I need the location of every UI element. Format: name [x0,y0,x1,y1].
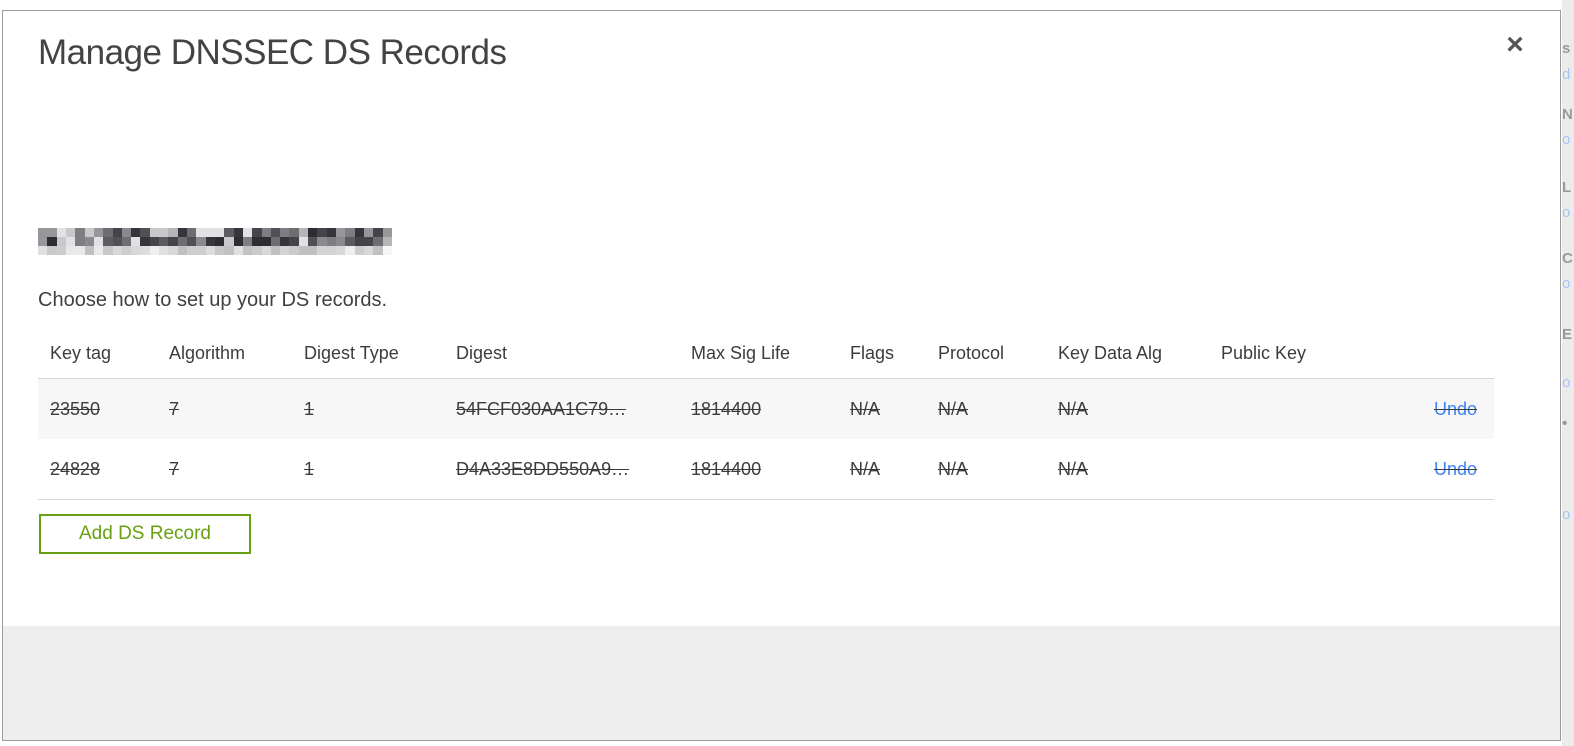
cell-key-data-alg: N/A [1058,398,1089,419]
col-header-algorithm: Algorithm [169,342,246,363]
background-page-strip: s d No Lo Co Eo • o [1562,0,1574,746]
add-ds-record-button[interactable]: Add DS Record [39,514,251,554]
cell-protocol: N/A [938,398,969,419]
cell-digest: 54FCF030AA1C79… [456,398,627,419]
col-header-digest-type: Digest Type [304,342,399,363]
background-text-fragment: s [1562,40,1571,57]
cell-protocol: N/A [938,458,969,479]
background-text-fragment: o [1562,204,1571,221]
background-text-fragment: E [1562,326,1573,343]
modal-footer: Save Cancel [3,626,1560,740]
close-icon[interactable]: × [1495,25,1535,65]
background-text-fragment: o [1562,506,1571,523]
cell-flags: N/A [850,458,881,479]
instruction-text: Choose how to set up your DS records. [38,289,388,311]
cell-algorithm: 7 [169,398,180,419]
background-text-fragment: N [1562,106,1573,123]
screen: Manage DNSSEC DS Records × Choose how to… [0,0,1574,746]
col-header-digest: Digest [456,342,508,363]
col-header-max-sig-life: Max Sig Life [691,342,791,363]
cell-key-tag: 23550 [50,398,101,419]
cell-flags: N/A [850,398,881,419]
col-header-public-key: Public Key [1221,342,1307,363]
cell-max-sig-life: 1814400 [691,458,762,479]
background-text-fragment: o [1562,131,1571,148]
modal-title: Manage DNSSEC DS Records [38,33,507,72]
background-text-fragment: o [1562,275,1571,292]
background-text-fragment: C [1562,250,1573,267]
table-row: 24828 7 1 D4A33E8DD550A9… 1814400 N/A N/… [38,439,1494,499]
cell-key-tag: 24828 [50,458,101,479]
undo-link[interactable]: Undo [1434,399,1477,419]
undo-link[interactable]: Undo [1434,459,1477,479]
background-text-fragment: o [1562,374,1571,391]
col-header-flags: Flags [850,342,895,363]
cell-key-data-alg: N/A [1058,458,1089,479]
col-header-protocol: Protocol [938,342,1005,363]
col-header-key-data-alg: Key Data Alg [1058,342,1163,363]
table-header-row: Key tag Algorithm Digest Type Digest Max… [38,329,1494,377]
table-row: 23550 7 1 54FCF030AA1C79… 1814400 N/A N/… [38,379,1494,439]
background-text-fragment: d [1562,66,1571,83]
redacted-domain-name [38,228,392,255]
cell-max-sig-life: 1814400 [691,398,762,419]
cell-digest-type: 1 [304,458,315,479]
cell-algorithm: 7 [169,458,180,479]
cell-digest-type: 1 [304,398,315,419]
ds-records-table: 23550 7 1 54FCF030AA1C79… 1814400 N/A N/… [38,378,1494,500]
background-text-fragment: • [1562,415,1568,432]
cell-digest: D4A33E8DD550A9… [456,458,630,479]
background-text-fragment: L [1562,179,1572,196]
manage-dnssec-modal: Manage DNSSEC DS Records × Choose how to… [2,10,1561,741]
col-header-key-tag: Key tag [50,342,112,363]
